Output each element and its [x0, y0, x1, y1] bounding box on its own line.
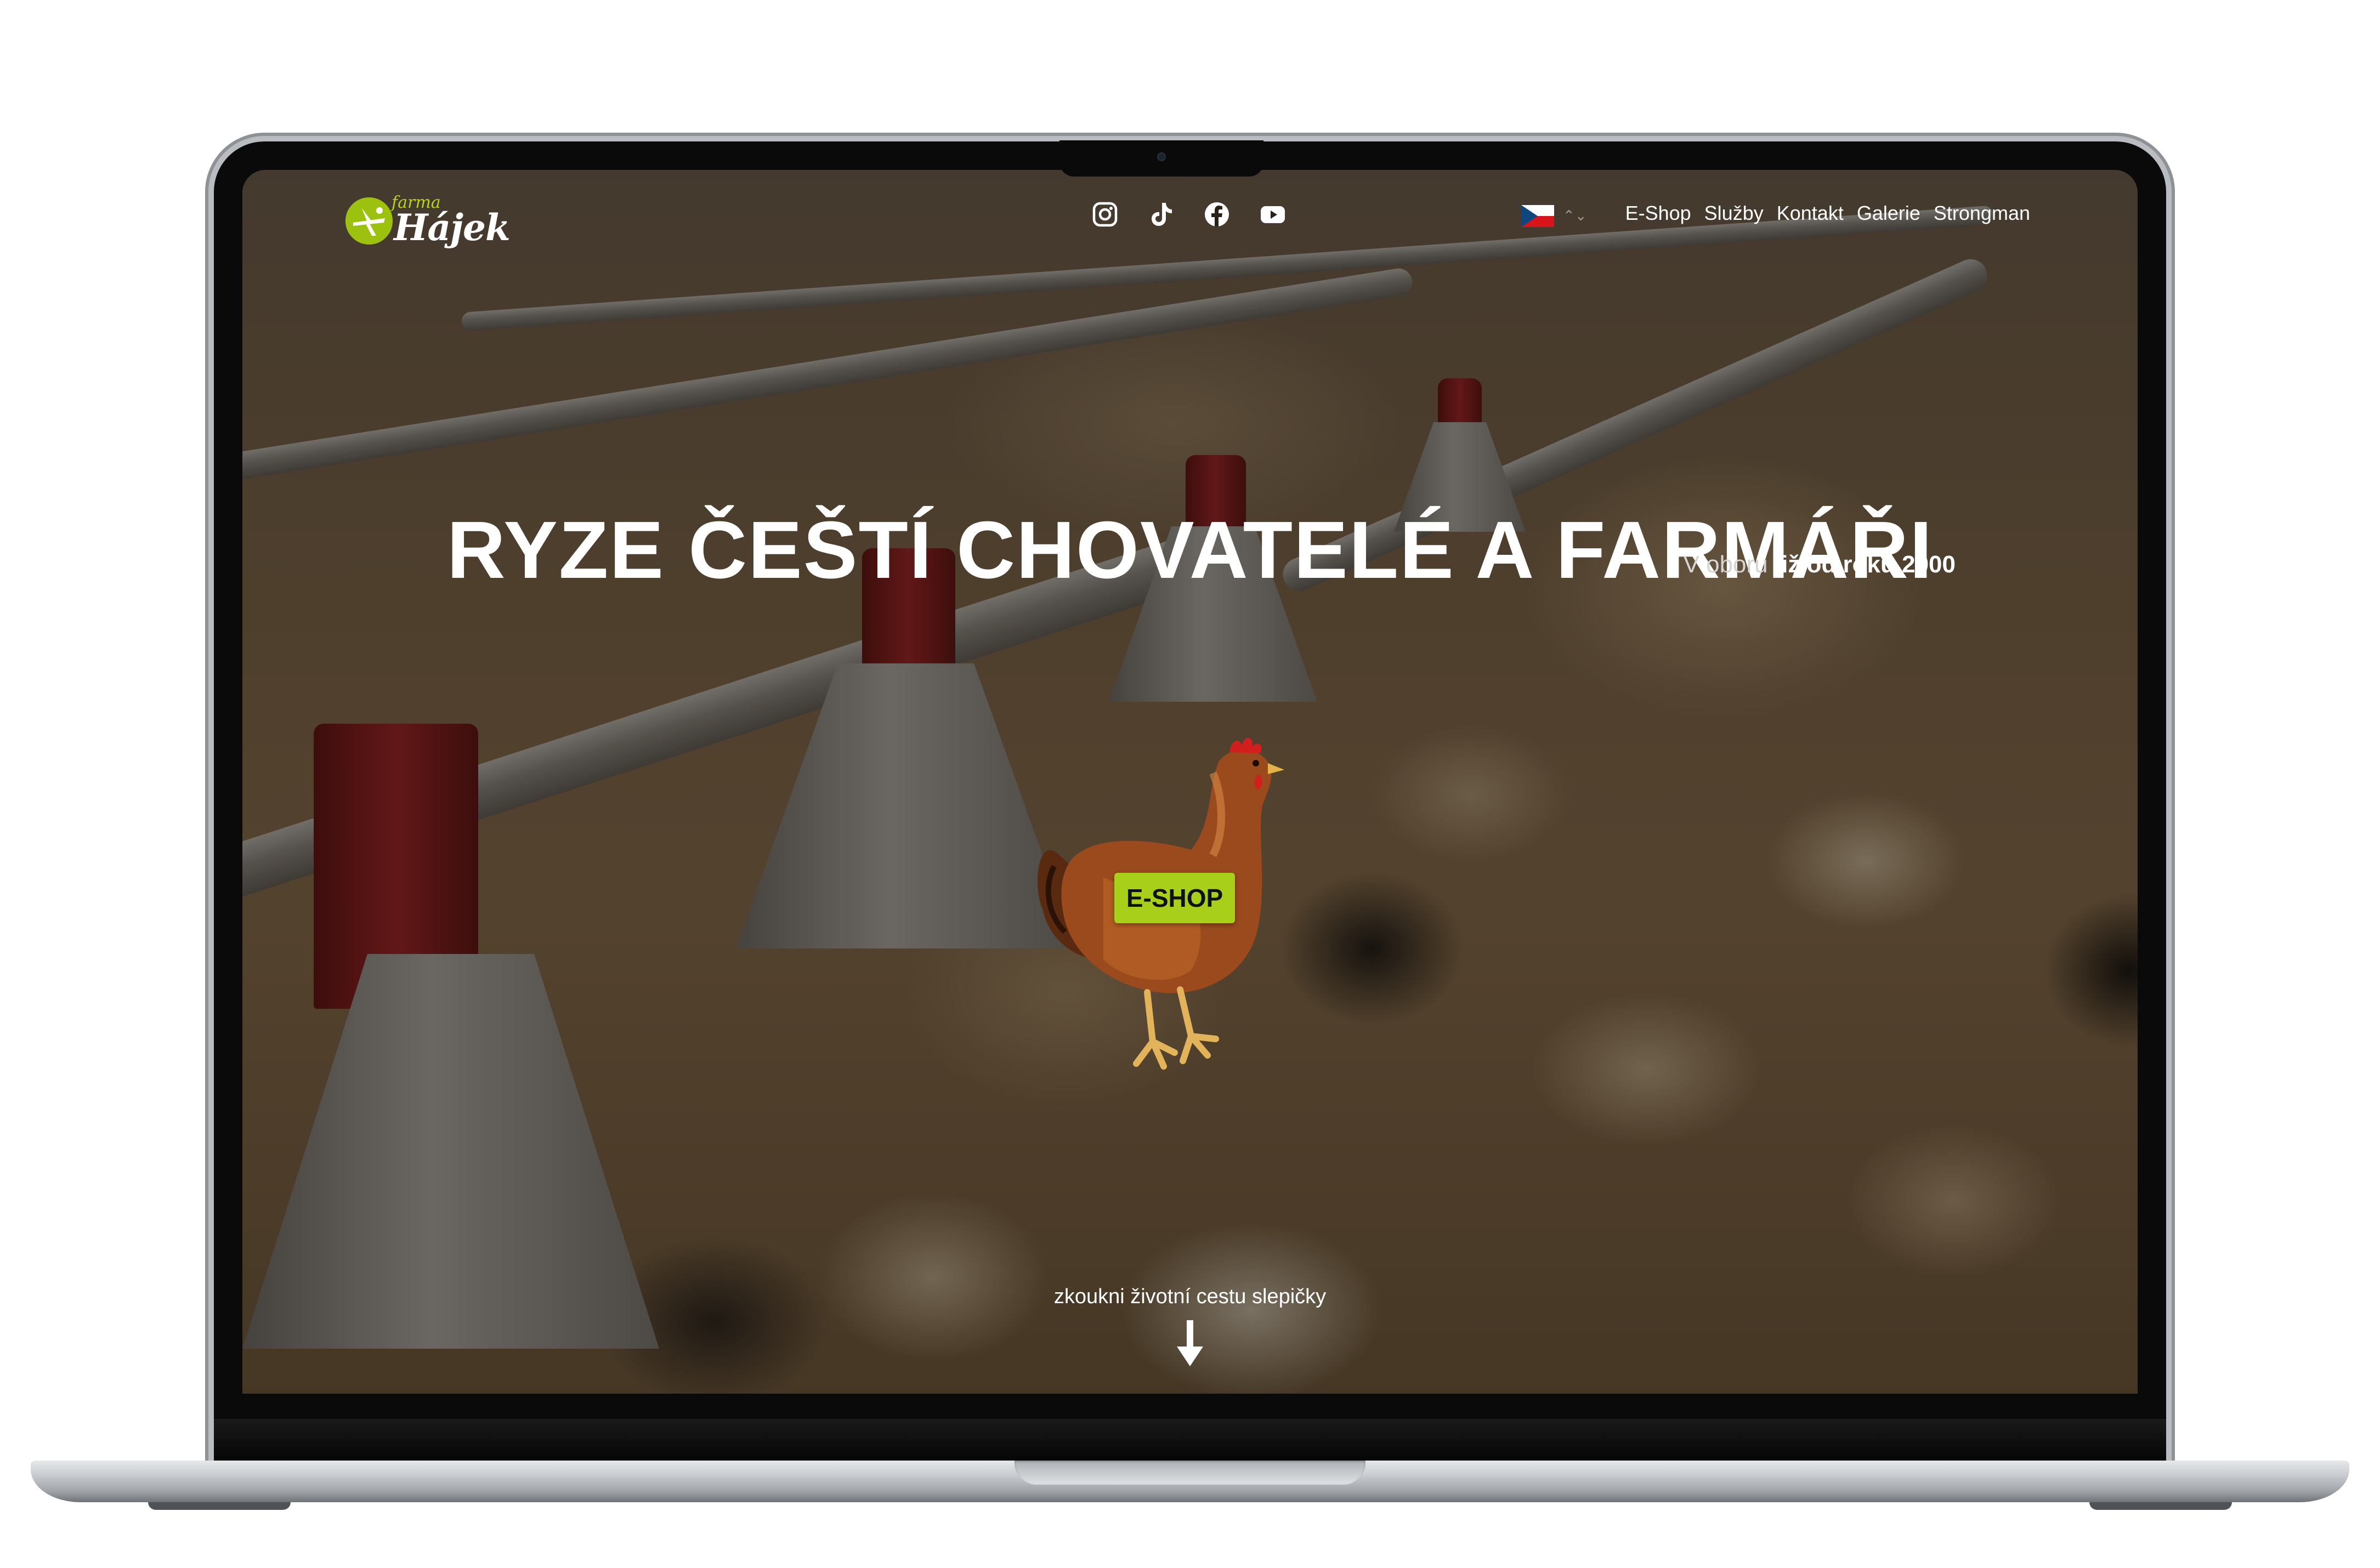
youtube-icon[interactable]	[1259, 201, 1287, 228]
tiktok-icon[interactable]	[1147, 201, 1175, 228]
laptop-lid: farma Hájek ⌃⌄ E-Shop Služby Kontakt Gal…	[214, 140, 2166, 1462]
hero-subtitle: V oboru již od roku 2000	[1684, 551, 1956, 578]
language-selector[interactable]: ⌃⌄	[1521, 205, 1587, 227]
hero-subtitle-highlight: již od roku 2000	[1774, 551, 1956, 578]
chevron-updown-icon: ⌃⌄	[1563, 208, 1587, 224]
site-logo[interactable]: farma Hájek	[345, 190, 511, 255]
scroll-hint-text[interactable]: zkoukni životní cestu slepičky	[242, 1285, 2138, 1309]
laptop-base	[31, 1461, 2349, 1502]
site-header: farma Hájek ⌃⌄ E-Shop Služby Kontakt Gal…	[242, 170, 2138, 263]
social-links	[1091, 201, 1287, 228]
czech-flag-icon	[1521, 205, 1554, 227]
logo-name-text: Hájek	[394, 206, 511, 249]
laptop-foot-right	[2089, 1502, 2232, 1510]
eshop-cta-button[interactable]: E-SHOP	[1114, 873, 1235, 923]
hero-subtitle-prefix: V oboru	[1683, 551, 1775, 578]
webcam-icon	[1157, 152, 1166, 161]
menu-item-galerie[interactable]: Galerie	[1857, 202, 1920, 225]
facebook-icon[interactable]	[1203, 201, 1231, 228]
laptop-foot-left	[148, 1502, 291, 1510]
logo-mark-icon	[345, 197, 393, 245]
trackpad-notch	[1015, 1461, 1365, 1485]
menu-item-kontakt[interactable]: Kontakt	[1777, 202, 1844, 225]
screen-bezel-bottom	[214, 1419, 2166, 1462]
menu-item-strongman[interactable]: Strongman	[1934, 202, 2030, 225]
menu-item-sluzby[interactable]: Služby	[1704, 202, 1764, 225]
menu-item-eshop[interactable]: E-Shop	[1625, 202, 1691, 225]
instagram-icon[interactable]	[1091, 201, 1119, 228]
arrow-down-icon[interactable]	[1175, 1320, 1205, 1367]
main-menu: E-Shop Služby Kontakt Galerie Strongman	[1625, 202, 2030, 225]
camera-notch	[1059, 140, 1263, 177]
browser-viewport: farma Hájek ⌃⌄ E-Shop Služby Kontakt Gal…	[242, 170, 2138, 1394]
